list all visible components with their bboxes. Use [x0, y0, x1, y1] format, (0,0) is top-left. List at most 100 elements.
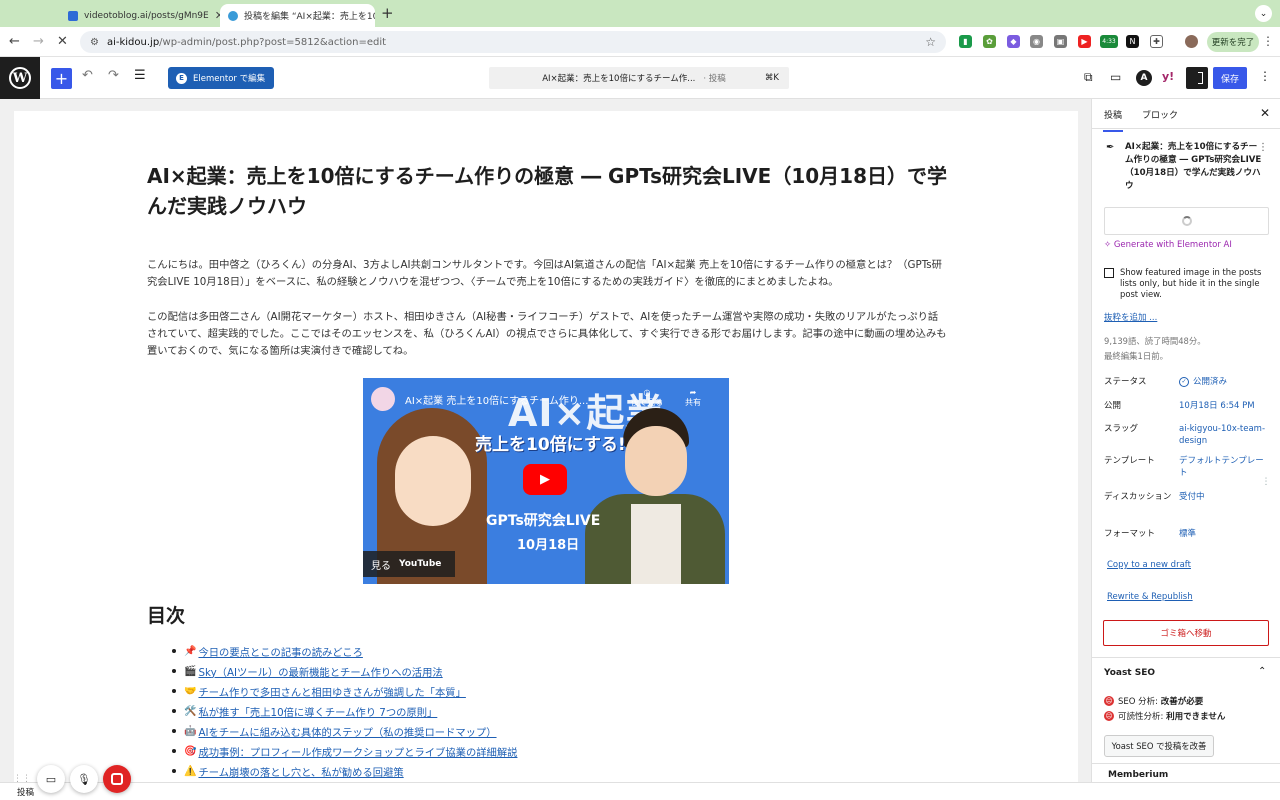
document-overview-icon[interactable]: ☰ — [134, 68, 146, 83]
slug-value[interactable]: ai-kigyou-10x-team-design — [1179, 423, 1269, 447]
list-item[interactable]: ⚠️ チーム崩壊の落とし穴と、私が勧める回避策 — [172, 761, 517, 781]
extension-purple-icon[interactable]: ◆ — [1007, 35, 1020, 48]
template-value[interactable]: デフォルトテンプレート — [1179, 455, 1269, 479]
extensions-puzzle-icon[interactable]: ✚ — [1150, 35, 1163, 48]
microphone-icon[interactable]: 🎙 — [70, 765, 98, 793]
wordpress-logo-button[interactable]: W — [0, 57, 40, 99]
update-browser-button[interactable]: 更新を完了 — [1207, 32, 1259, 52]
improve-with-yoast-button[interactable]: Yoast SEO で投稿を改善 — [1104, 735, 1214, 757]
publish-date-value[interactable]: 10月18日 6:54 PM — [1179, 400, 1269, 412]
list-item[interactable]: 🎬 Sky（AIツール）の最新機能とチーム作りへの活用法 — [172, 661, 517, 681]
block-inserter-button[interactable]: + — [51, 68, 72, 89]
featured-image-box[interactable] — [1104, 207, 1269, 235]
browser-tab-edit-post[interactable]: 投稿を編集 “AI×起業：売上を10 ✕ — [220, 4, 375, 27]
new-tab-button[interactable]: + — [381, 4, 394, 22]
undo-icon[interactable]: ↶ — [82, 68, 93, 83]
toc-heading[interactable]: 目次 — [147, 601, 185, 628]
redo-icon[interactable]: ↷ — [108, 68, 119, 83]
paragraph-block[interactable]: こんにちは。田中啓之（ひろくん）の分身AI、3方よしAI共創コンサルタントです。… — [147, 257, 947, 291]
chevron-up-icon[interactable]: ⌃ — [1258, 666, 1266, 677]
close-sidebar-icon[interactable]: ✕ — [1260, 106, 1270, 120]
status-value[interactable]: ✓ 公開済み — [1179, 376, 1269, 388]
paragraph-block[interactable]: この配信は多田啓二さん（AI開花マーケター）ホスト、相田ゆきさん（AI秘書・ライ… — [147, 309, 947, 360]
editor-canvas[interactable]: AI×起業：売上を10倍にするチーム作りの極意 ― GPTs研究会LIVE（10… — [14, 111, 1078, 782]
options-menu-icon[interactable]: ⋮ — [1259, 69, 1271, 83]
list-item[interactable]: 🤖 AIをチームに組み込む具体的ステップ（私の推奨ロードマップ） — [172, 721, 517, 741]
video-thumbnail-line3: GPTs研究会LIVE — [486, 513, 601, 529]
save-button[interactable]: 保存 — [1213, 67, 1247, 89]
sad-face-icon: ☹ — [1104, 696, 1114, 706]
command-palette-bar[interactable]: AI×起業：売上を10倍にするチーム作... · 投稿 ⌘K — [489, 67, 789, 89]
youtube-embed[interactable]: AI×起業 売上を10倍にする! GPTs研究会LIVE 10月18日 AI×起… — [363, 378, 729, 584]
yoast-seo-icon[interactable]: y! — [1162, 70, 1174, 83]
toc-link[interactable]: 私が推す「売上10倍に導くチーム作り 7つの原則」 — [198, 704, 437, 719]
forward-arrow-icon[interactable]: → — [33, 34, 44, 49]
site-info-icon[interactable]: ⚙ — [90, 37, 99, 48]
bookmark-star-icon[interactable]: ☆ — [925, 35, 936, 49]
generate-elementor-ai-link[interactable]: ✧ Generate with Elementor AI — [1104, 240, 1232, 250]
extension-image-icon[interactable]: ▣ — [1054, 35, 1067, 48]
toc-link[interactable]: チーム作りで多田さんと相田ゆきさんが強調した「本質」 — [198, 684, 465, 699]
toc-link[interactable]: 成功事例：プロフィール作成ワークショップとライブ協業の詳細解説 — [198, 744, 517, 759]
watch-later-button[interactable]: ◷ 後で見る — [631, 388, 663, 408]
preview-device-icon[interactable]: ▭ — [1110, 70, 1121, 84]
camera-icon[interactable]: ▭ — [37, 765, 65, 793]
toc-link[interactable]: チーム崩壊の落とし穴と、私が勧める回避策 — [198, 764, 403, 779]
sidebar-panel-icon — [1198, 72, 1203, 84]
view-post-external-icon[interactable]: ⧉ — [1084, 70, 1093, 85]
watch-on-youtube-button[interactable]: 見る YouTube — [363, 551, 455, 577]
youtube-logo-icon: YouTube — [399, 559, 442, 569]
memberium-panel-heading[interactable]: Memberium — [1108, 770, 1168, 780]
discussion-value[interactable]: 受付中 — [1179, 491, 1269, 503]
rewrite-republish-link[interactable]: Rewrite & Republish — [1107, 592, 1193, 602]
post-actions-menu-icon[interactable]: ⋮ — [1258, 142, 1268, 153]
address-bar[interactable]: ⚙ ai-kidou.jp /wp-admin/post.php?post=58… — [80, 31, 946, 53]
yoast-panel-heading[interactable]: Yoast SEO — [1104, 668, 1155, 678]
list-item[interactable]: 🤝 チーム作りで多田さんと相田ゆきさんが強調した「本質」 — [172, 681, 517, 701]
tab-block[interactable]: ブロック — [1142, 108, 1178, 121]
video-title[interactable]: AI×起業 売上を10倍にするチーム作り... — [405, 392, 588, 407]
share-button[interactable]: ➦ 共有 — [685, 388, 701, 408]
extension-leaf-icon[interactable]: ✿ — [983, 35, 996, 48]
toc-link[interactable]: AIをチームに組み込む具体的ステップ（私の推奨ロードマップ） — [198, 724, 496, 739]
show-featured-checkbox[interactable] — [1104, 268, 1114, 278]
back-arrow-icon[interactable]: ← — [9, 34, 20, 49]
play-icon: ▶ — [540, 472, 550, 487]
show-featured-option: Show featured image in the posts lists o… — [1104, 267, 1269, 300]
drag-handle-icon[interactable]: ⋮⋮ — [13, 775, 31, 784]
last-edited: 最終編集1日前。 — [1104, 351, 1168, 361]
copy-to-draft-link[interactable]: Copy to a new draft — [1107, 560, 1191, 570]
clapper-icon: 🎬 — [184, 665, 197, 677]
tab-title: 投稿を編集 “AI×起業：売上を10 — [244, 12, 375, 22]
toc-link[interactable]: Sky（AIツール）の最新機能とチーム作りへの活用法 — [198, 664, 442, 679]
list-item[interactable]: 🛠️ 私が推す「売上10倍に導くチーム作り 7つの原則」 — [172, 701, 517, 721]
profile-avatar[interactable] — [1185, 35, 1198, 48]
stop-loading-icon[interactable]: ✕ — [57, 34, 68, 49]
browser-tab-videotoblog[interactable]: videotoblog.ai/posts/gMn9E ✕ — [60, 4, 220, 27]
youtube-play-button[interactable]: ▶ — [523, 464, 567, 495]
extension-youtube-icon[interactable]: ▶ — [1078, 35, 1091, 48]
list-item[interactable]: 🎯 成功事例：プロフィール作成ワークショップとライブ協業の詳細解説 — [172, 741, 517, 761]
list-item[interactable]: 📌 今日の要点とこの記事の読みどころ — [172, 641, 517, 661]
pin-icon: 📌 — [184, 645, 197, 657]
extension-timer-badge[interactable]: 4:33 — [1100, 35, 1118, 48]
channel-avatar[interactable] — [371, 387, 395, 411]
elementor-edit-button[interactable]: E Elementor で編集 — [168, 67, 274, 89]
extension-camera-icon[interactable]: ◉ — [1030, 35, 1043, 48]
move-to-trash-button[interactable]: ゴミ箱へ移動 — [1103, 620, 1269, 646]
extension-green-icon[interactable]: ▮ — [959, 35, 972, 48]
toc-link[interactable]: 今日の要点とこの記事の読みどころ — [198, 644, 362, 659]
editor-footer: 投稿 — [0, 782, 1280, 800]
settings-sidebar-toggle[interactable] — [1186, 67, 1208, 89]
astra-settings-icon[interactable]: A — [1136, 70, 1152, 86]
add-excerpt-link[interactable]: 抜粋を追加 ... — [1104, 311, 1157, 323]
tab-search-chevron-icon[interactable]: ⌄ — [1255, 5, 1272, 22]
tab-post[interactable]: 投稿 — [1102, 108, 1124, 132]
format-value[interactable]: 標準 — [1179, 528, 1269, 540]
browser-menu-icon[interactable]: ⋮ — [1262, 34, 1274, 48]
stop-recording-button[interactable] — [103, 765, 131, 793]
close-tab-icon[interactable]: ✕ — [209, 9, 220, 22]
post-title[interactable]: AI×起業：売上を10倍にするチーム作りの極意 ― GPTs研究会LIVE（10… — [147, 161, 947, 221]
extension-notion-icon[interactable]: N — [1126, 35, 1139, 48]
resize-handle-icon[interactable]: ⋮ — [1258, 474, 1274, 490]
